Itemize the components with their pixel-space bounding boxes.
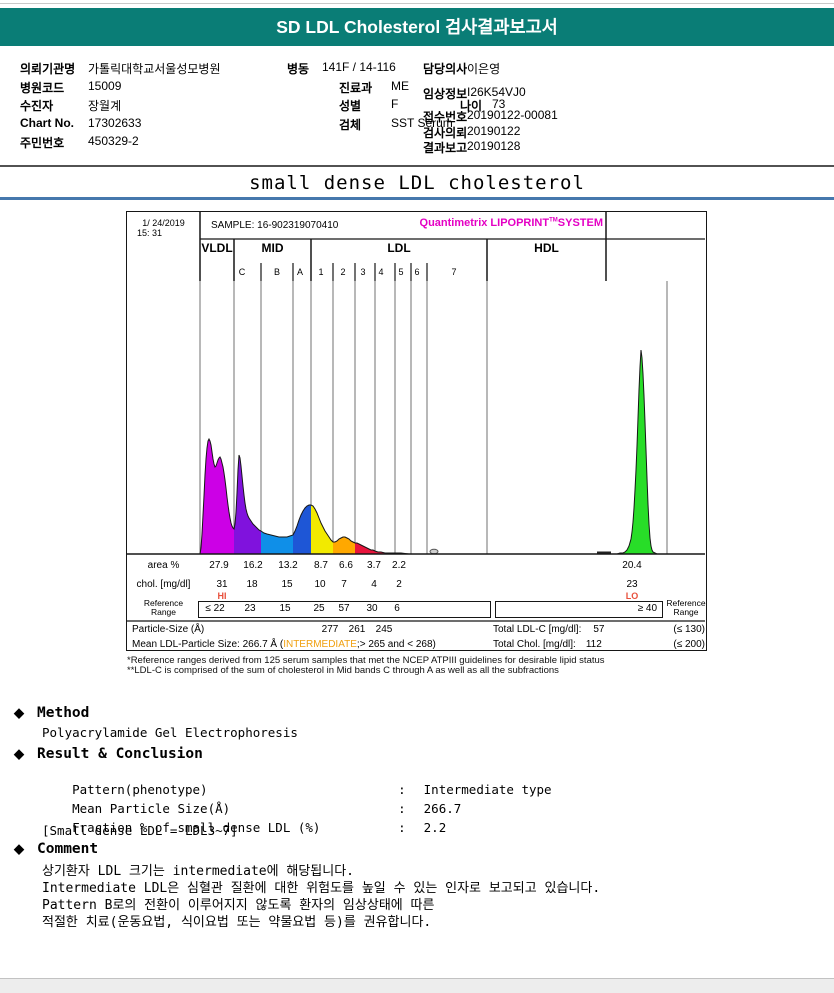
band-sub-label: 7 xyxy=(451,267,457,277)
method-body: Polyacrylamide Gel Electrophoresis xyxy=(42,725,298,740)
result-note: [Small dense LDL = LDL3~7] xyxy=(42,823,238,838)
particle-size-label: Particle-Size (Å) xyxy=(132,624,205,635)
flag-value: LO xyxy=(625,591,639,601)
field-value: 141F / 14-116 xyxy=(322,60,396,74)
chart-date: 1/ 24/2019 xyxy=(142,218,185,228)
field-value: 15009 xyxy=(88,79,122,93)
field-label: 병동 xyxy=(287,62,310,76)
field-label: 담당의사 xyxy=(423,62,468,76)
field-value: 20190122 xyxy=(467,124,521,138)
field-label: 성별 xyxy=(339,99,362,113)
band-sub-label: 1 xyxy=(318,267,324,277)
field-value: 450329-2 xyxy=(88,134,139,148)
field-label: 결과보고 xyxy=(423,141,468,155)
area-value: 16.2 xyxy=(243,560,263,571)
band-group-label: VLDL xyxy=(201,241,233,255)
particle-size-value: 261 xyxy=(348,624,366,635)
field-value: I26K54VJ0 xyxy=(467,85,526,99)
diamond-icon: ◆ xyxy=(14,705,24,720)
band-sub-label: 3 xyxy=(360,267,366,277)
page-footer-strip xyxy=(0,978,834,993)
comment-line: 적절한 치료(운동요법, 식이요법 또는 약물요법 등)를 권유합니다. xyxy=(42,915,432,930)
field-value: 가톨릭대학교서울성모병원 xyxy=(88,62,221,76)
particle-size-value: 245 xyxy=(375,624,393,635)
ref-range-value: ≥ 40 xyxy=(637,603,657,614)
report-subtitle: small dense LDL cholesterol xyxy=(249,172,585,194)
diamond-icon: ◆ xyxy=(14,841,24,856)
field-label: 의뢰기관명 xyxy=(20,62,76,76)
band-sub-label: C xyxy=(238,267,246,277)
report-page: SD LDL Cholesterol 검사결과보고서 의뢰기관명 가톨릭대학교서… xyxy=(0,0,834,993)
field-label: 접수번호 xyxy=(423,110,468,124)
chart-footnote: **LDL-C is comprised of the sum of chole… xyxy=(127,665,559,676)
total-ldl-ref: (≤ 130) xyxy=(673,624,705,635)
field-value: 이은영 xyxy=(467,62,501,76)
band-group-label: HDL xyxy=(534,241,559,255)
chart-time: 15: 31 xyxy=(137,228,163,238)
field-value: 17302633 xyxy=(88,116,142,130)
band-sub-label: A xyxy=(296,267,303,277)
chol-value: 23 xyxy=(626,579,638,590)
band-group-label: MID xyxy=(261,241,284,255)
blue-divider xyxy=(0,197,834,200)
band-sub-label: B xyxy=(273,267,280,277)
report-header-banner: SD LDL Cholesterol 검사결과보고서 xyxy=(0,8,834,46)
comment-section-header: ◆ Comment xyxy=(14,841,99,857)
band-group-label: LDL xyxy=(387,241,411,255)
chol-value: 18 xyxy=(246,579,258,590)
total-chol-ref: (≤ 200) xyxy=(673,639,705,650)
result-section-header: ◆ Result & Conclusion xyxy=(14,746,203,762)
ref-range-label: Range xyxy=(150,607,177,617)
field-label: Chart No. xyxy=(20,116,74,130)
brand-label: Quantimetrix LIPOPRINTTMSYSTEM xyxy=(419,217,603,229)
field-label: 주민번호 xyxy=(20,136,65,150)
area-value: 2.2 xyxy=(392,560,406,571)
flag-value: HI xyxy=(217,591,227,601)
ref-range-box-ldl xyxy=(198,601,491,618)
band-sub-label: 6 xyxy=(414,267,420,277)
row-label-chol: chol. [mg/dl] xyxy=(136,579,191,590)
band-sub-label: 2 xyxy=(340,267,346,277)
field-label: 임상정보 xyxy=(423,87,468,101)
field-label: 진료과 xyxy=(339,81,373,95)
field-label: 수진자 xyxy=(20,99,54,113)
field-value: 20190122-00081 xyxy=(467,108,558,122)
field-value: 20190128 xyxy=(467,139,521,153)
total-ldl: Total LDL-C [mg/dl]: 57 xyxy=(493,624,605,635)
total-chol: Total Chol. [mg/dl]: 112 xyxy=(493,639,602,650)
field-value: F xyxy=(391,97,399,111)
mean-particle-size: Mean LDL-Particle Size: 266.7 Å (INTERME… xyxy=(132,639,436,650)
row-label-area: area % xyxy=(147,560,180,571)
chol-value: 2 xyxy=(396,579,402,590)
top-divider xyxy=(0,3,834,4)
field-value: 장월계 xyxy=(88,99,122,113)
diamond-icon: ◆ xyxy=(14,746,24,761)
report-header-title: SD LDL Cholesterol 검사결과보고서 xyxy=(276,17,558,37)
field-label: 검체 xyxy=(339,118,362,132)
field-value: ME xyxy=(391,79,409,93)
field-label: 병원코드 xyxy=(20,81,65,95)
area-value: 20.4 xyxy=(622,560,642,571)
section-divider xyxy=(0,165,834,167)
sample-id: SAMPLE: 16-902319070410 xyxy=(211,220,339,231)
band-sub-label: 4 xyxy=(378,267,384,277)
lipoprint-chart: 1/ 24/2019 15: 31 SAMPLE: 16-902319070410 Q… xyxy=(126,211,707,651)
particle-size-value: 277 xyxy=(321,624,339,635)
ref-range-label: Range xyxy=(673,607,699,617)
method-section-header: ◆ Method xyxy=(14,705,90,721)
